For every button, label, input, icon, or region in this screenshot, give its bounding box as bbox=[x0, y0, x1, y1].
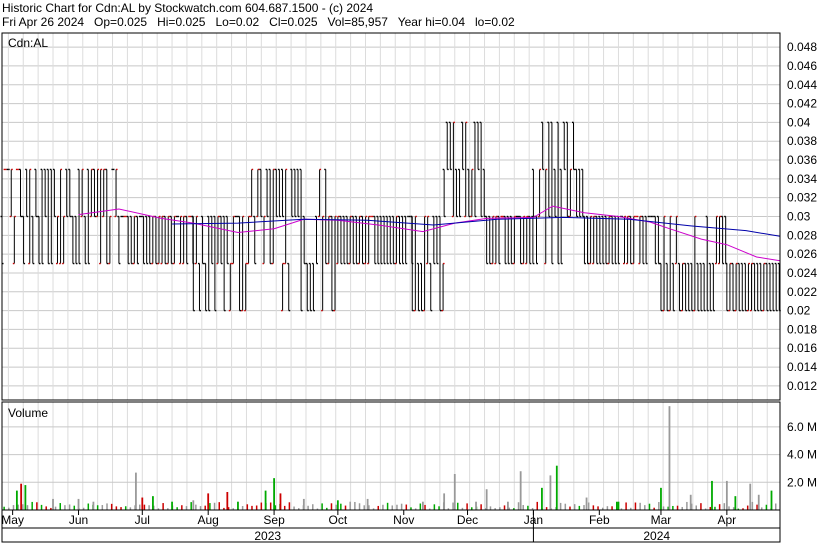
price-tick-label: 0.032 bbox=[787, 191, 817, 205]
month-label: Nov bbox=[393, 513, 414, 527]
month-label: Oct bbox=[329, 513, 348, 527]
month-label: Jan bbox=[524, 513, 543, 527]
price-tick-label: 0.026 bbox=[787, 247, 817, 261]
price-tick-label: 0.046 bbox=[787, 59, 817, 73]
price-bars bbox=[0, 121, 781, 312]
month-label: Sep bbox=[263, 513, 285, 527]
price-tick-label: 0.022 bbox=[787, 285, 817, 299]
year-label: 2023 bbox=[254, 529, 281, 543]
price-tick-label: 0.042 bbox=[787, 97, 817, 111]
month-label: Jun bbox=[69, 513, 88, 527]
year-label: 2024 bbox=[643, 529, 670, 543]
volume-grid bbox=[2, 402, 780, 510]
price-tick-label: 0.048 bbox=[787, 40, 817, 54]
price-tick-label: 0.024 bbox=[787, 266, 817, 280]
price-tick-label: 0.036 bbox=[787, 153, 817, 167]
month-label: May bbox=[1, 513, 24, 527]
volume-panel-title: Volume bbox=[8, 406, 48, 420]
volume-tick-label: 6.0 M bbox=[787, 420, 817, 434]
month-label: Feb bbox=[589, 513, 610, 527]
month-label: Dec bbox=[457, 513, 478, 527]
price-tick-label: 0.044 bbox=[787, 78, 817, 92]
price-tick-label: 0.03 bbox=[787, 210, 811, 224]
stock-chart: 0.012 0.014 0.016 0.018 0.02 0.022 0.024 0.026 0… bbox=[0, 32, 817, 543]
price-tick-label: 0.018 bbox=[787, 322, 817, 336]
price-panel-title: Cdn:AL bbox=[8, 36, 48, 50]
month-label: Apr bbox=[718, 513, 737, 527]
month-label: Mar bbox=[651, 513, 672, 527]
price-tick-label: 0.014 bbox=[787, 360, 817, 374]
price-tick-label: 0.012 bbox=[787, 379, 817, 393]
month-label: Aug bbox=[198, 513, 219, 527]
volume-bars bbox=[3, 406, 777, 510]
price-tick-label: 0.038 bbox=[787, 134, 817, 148]
price-tick-label: 0.028 bbox=[787, 228, 817, 242]
volume-tick-label: 2.0 M bbox=[787, 475, 817, 489]
volume-tick-label: 4.0 M bbox=[787, 448, 817, 462]
price-tick-label: 0.02 bbox=[787, 304, 811, 318]
month-label: Jul bbox=[135, 513, 150, 527]
price-tick-label: 0.04 bbox=[787, 115, 811, 129]
price-tick-label: 0.034 bbox=[787, 172, 817, 186]
price-tick-label: 0.016 bbox=[787, 341, 817, 355]
